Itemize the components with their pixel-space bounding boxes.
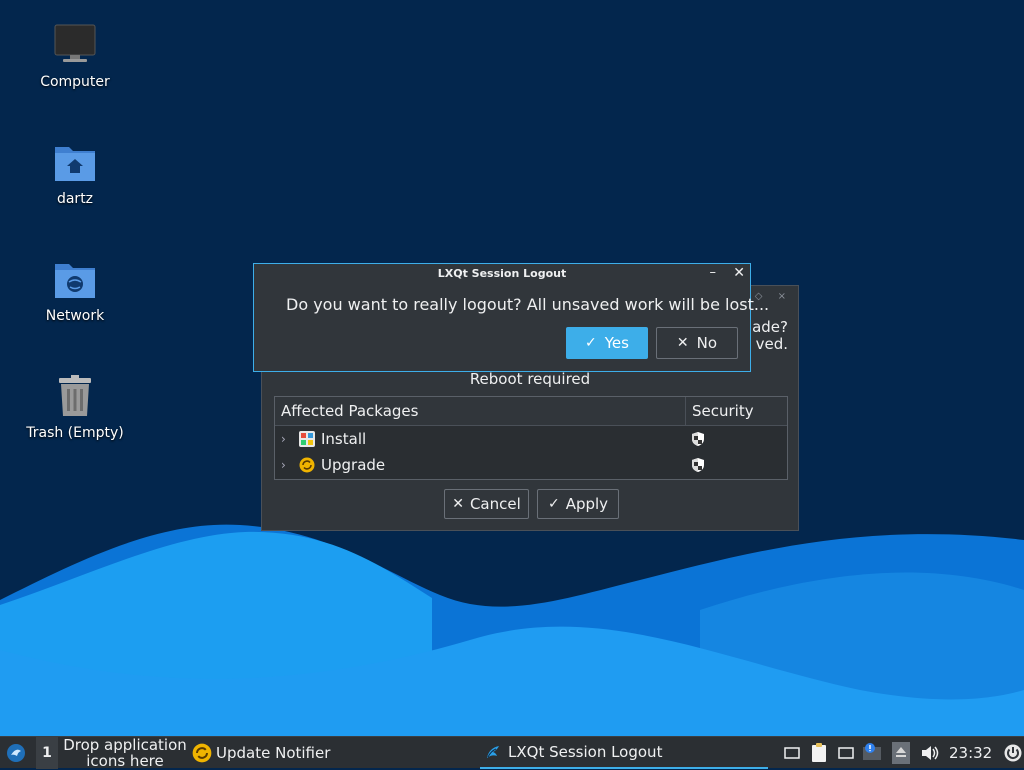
check-icon: ✓ <box>585 335 597 351</box>
desktop-icon-network[interactable]: Network <box>15 256 135 324</box>
quicklaunch-line: Drop application <box>63 736 187 754</box>
close-icon[interactable]: ✕ <box>733 265 745 281</box>
desktop-switcher[interactable]: 1 <box>36 737 58 769</box>
cancel-label: Cancel <box>469 495 521 513</box>
removable-media-icon[interactable] <box>892 742 910 764</box>
yes-button[interactable]: ✓ Yes <box>566 327 648 359</box>
logout-message: Do you want to really logout? All unsave… <box>286 295 770 314</box>
question-line: ade? <box>752 318 788 336</box>
install-package-icon <box>299 431 315 447</box>
lxqt-menu-icon <box>7 744 25 762</box>
upgrade-package-icon <box>299 457 315 473</box>
tree-row-install[interactable]: › Install <box>275 426 787 452</box>
tray-window-icon[interactable] <box>784 745 800 761</box>
volume-icon[interactable] <box>920 744 940 762</box>
dialog-titlebar[interactable]: LXQt Session Logout – ✕ <box>254 264 750 284</box>
shield-icon <box>692 432 704 446</box>
tree-header: Affected Packages Security <box>275 397 787 426</box>
shield-icon <box>692 458 704 472</box>
task-label: LXQt Session Logout <box>508 743 663 761</box>
dialog-title: LXQt Session Logout <box>437 267 567 280</box>
update-notifier-icon <box>192 743 212 763</box>
tray-window-icon[interactable] <box>838 745 854 761</box>
close-icon: ✕ <box>452 496 464 512</box>
trash-icon <box>59 375 91 416</box>
minimize-icon[interactable]: – <box>710 265 717 280</box>
expand-arrow-icon[interactable]: › <box>281 458 295 472</box>
close-icon: ✕ <box>676 335 689 351</box>
desktop-icon-trash[interactable]: Trash (Empty) <box>15 373 135 441</box>
notification-icon[interactable] <box>862 743 882 761</box>
quicklaunch-drop-area[interactable]: Drop application icons here <box>62 737 188 769</box>
no-label: No <box>696 334 718 352</box>
desktop-icon-label: Computer <box>40 74 110 90</box>
quicklaunch-line: icons here <box>86 752 164 770</box>
check-icon: ✓ <box>547 496 560 512</box>
power-icon[interactable] <box>1004 744 1022 762</box>
desktop-icon-label: dartz <box>56 191 94 207</box>
column-security[interactable]: Security <box>686 397 787 425</box>
no-button[interactable]: ✕ No <box>656 327 738 359</box>
home-folder-icon <box>55 147 95 181</box>
clock[interactable]: 23:32 <box>949 737 992 769</box>
desktop-icon-label: Trash (Empty) <box>26 425 124 441</box>
tree-row-upgrade[interactable]: › Upgrade <box>275 452 787 478</box>
yes-label: Yes <box>604 334 629 352</box>
question-line: ved. <box>755 335 788 353</box>
cancel-button[interactable]: ✕ Cancel <box>444 489 529 519</box>
lxqt-logout-icon <box>487 746 499 758</box>
application-menu-button[interactable] <box>4 737 28 769</box>
package-name: Install <box>321 430 367 448</box>
dialog-question-text: ade? ved. <box>752 319 788 353</box>
computer-icon <box>54 24 96 62</box>
affected-packages-tree[interactable]: Affected Packages Security › Install › U… <box>274 396 788 480</box>
package-name: Upgrade <box>321 456 386 474</box>
desktop-icon-label: Network <box>45 308 105 324</box>
taskbar: 1 Drop application icons here Update Not… <box>0 736 1024 769</box>
clipboard-icon[interactable] <box>810 743 828 763</box>
apply-label: Apply <box>565 495 609 513</box>
desktop-icon-home[interactable]: dartz <box>15 139 135 207</box>
task-lxqt-logout[interactable]: LXQt Session Logout <box>480 737 768 769</box>
logout-dialog: LXQt Session Logout – ✕ Do you want to r… <box>253 263 769 372</box>
apply-button[interactable]: ✓ Apply <box>537 489 619 519</box>
network-folder-icon <box>55 264 95 298</box>
desktop-icon-computer[interactable]: Computer <box>15 22 135 90</box>
desktop: Computer dartz Network Trash (Empty) – ◇… <box>0 0 1024 736</box>
column-affected-packages[interactable]: Affected Packages <box>275 397 686 425</box>
task-label: Update Notifier <box>216 744 331 762</box>
expand-arrow-icon[interactable]: › <box>281 432 295 446</box>
task-update-notifier[interactable]: Update Notifier <box>192 737 392 769</box>
reboot-required-label: Reboot required <box>469 370 591 388</box>
